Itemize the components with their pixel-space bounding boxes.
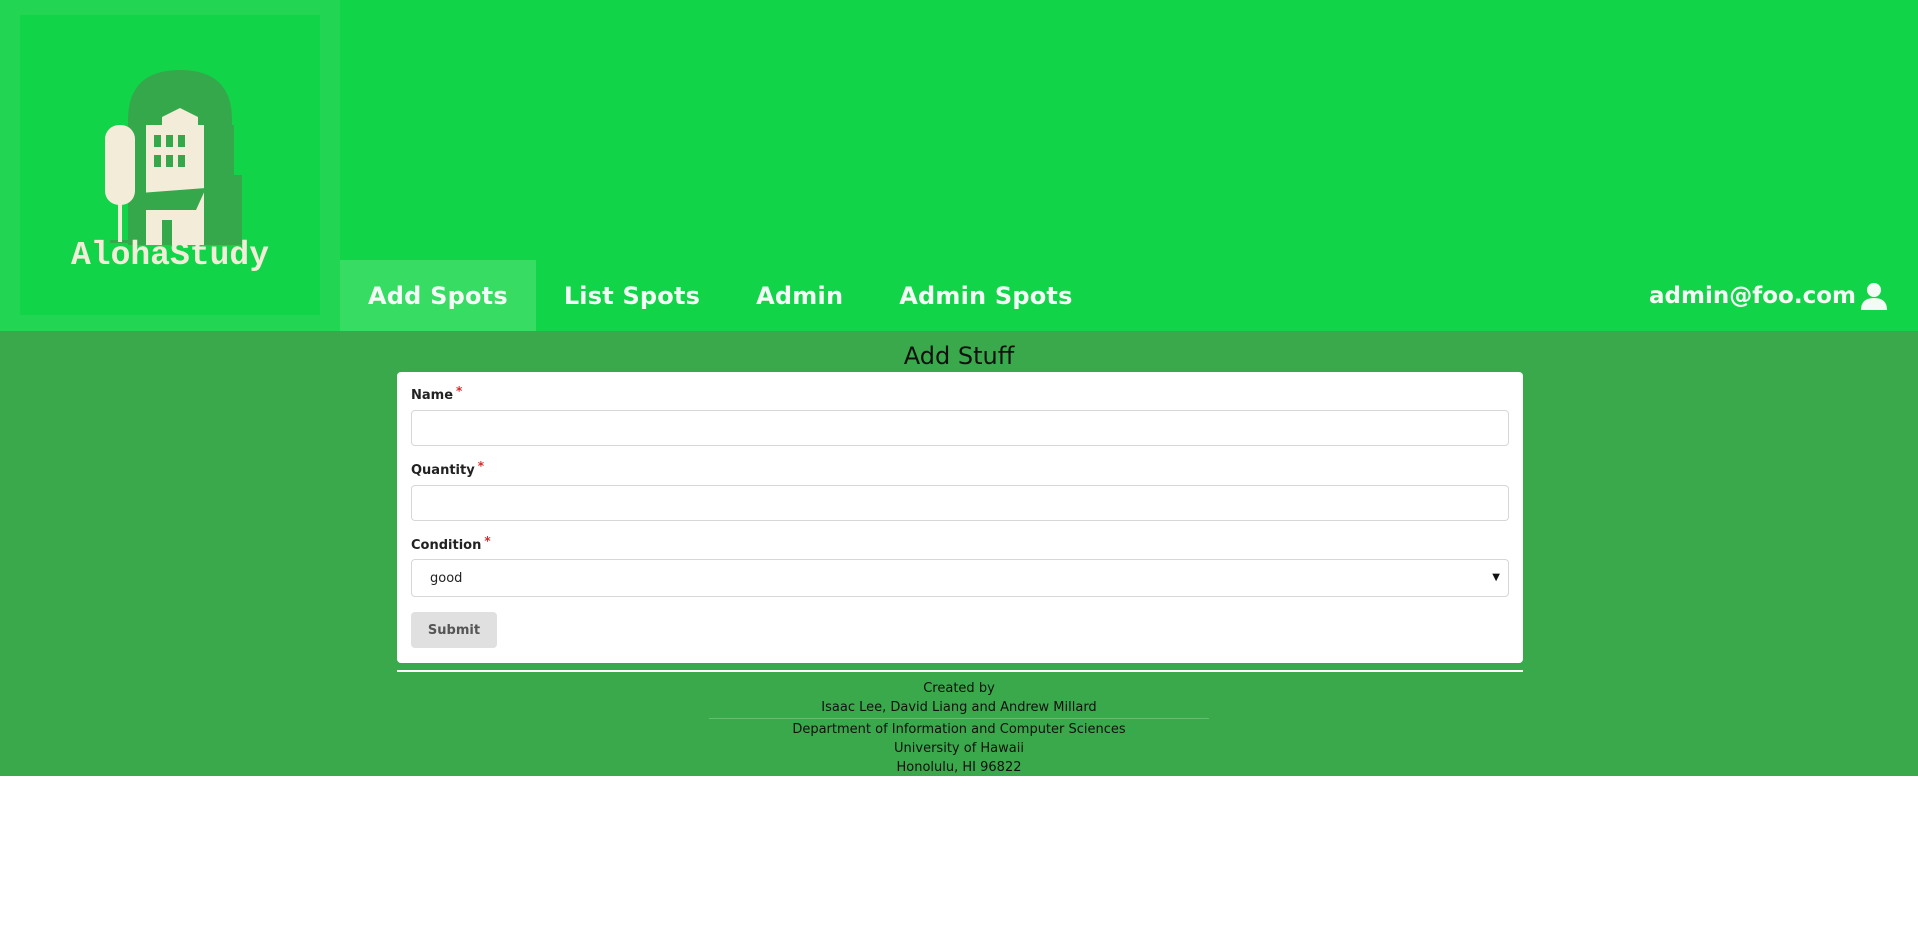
quantity-field-label: Quantity * xyxy=(411,459,484,478)
footer-authors: Isaac Lee, David Liang and Andrew Millar… xyxy=(821,700,1097,715)
footer-created-by: Created by xyxy=(923,681,995,696)
condition-select[interactable]: good ▼ xyxy=(411,559,1509,597)
name-field-label: Name * xyxy=(411,384,462,403)
main-content: Add Stuff Name * Quantity * Condition * goo… xyxy=(0,331,1918,776)
main-nav: Add Spots List Spots Admin Admin Spots xyxy=(340,260,1101,331)
submit-button[interactable]: Submit xyxy=(411,612,497,648)
page-title: Add Stuff xyxy=(903,342,1015,370)
footer: Created by Isaac Lee, David Liang and An… xyxy=(0,679,1918,777)
name-label-text: Name xyxy=(411,388,454,403)
brand-name: AlohaStudy xyxy=(70,237,270,274)
nav-item-add-spots[interactable]: Add Spots xyxy=(340,260,536,331)
page: AlohaStudy Add Spots List Spots Admin Ad… xyxy=(0,0,1918,930)
logo[interactable]: AlohaStudy xyxy=(20,15,320,315)
required-marker: * xyxy=(456,384,463,398)
footer-department: Department of Information and Computer S… xyxy=(792,722,1126,737)
required-marker: * xyxy=(477,459,484,473)
nav-item-admin-spots[interactable]: Admin Spots xyxy=(871,260,1100,331)
required-marker: * xyxy=(484,534,491,548)
user-icon xyxy=(1861,282,1887,310)
footer-address: Honolulu, HI 96822 xyxy=(896,760,1022,775)
building-tree-logo-icon xyxy=(105,70,242,245)
caret-down-icon: ▼ xyxy=(1492,572,1500,583)
name-input[interactable] xyxy=(411,410,1509,446)
condition-selected-value: good xyxy=(430,570,463,586)
quantity-input[interactable] xyxy=(411,485,1509,521)
logo-frame[interactable]: AlohaStudy xyxy=(0,0,340,331)
nav-item-list-spots[interactable]: List Spots xyxy=(536,260,728,331)
footer-inner-divider xyxy=(709,718,1209,719)
footer-university: University of Hawaii xyxy=(894,741,1024,756)
condition-field-label: Condition * xyxy=(411,534,491,553)
user-email: admin@foo.com xyxy=(1649,282,1856,309)
quantity-label-text: Quantity xyxy=(411,463,475,478)
header: AlohaStudy Add Spots List Spots Admin Ad… xyxy=(0,0,1918,331)
user-menu[interactable]: admin@foo.com xyxy=(1649,260,1888,331)
add-stuff-form: Name * Quantity * Condition * good ▼ Submit xyxy=(397,372,1523,663)
condition-label-text: Condition xyxy=(411,538,482,553)
nav-item-admin[interactable]: Admin xyxy=(728,260,871,331)
footer-divider xyxy=(397,670,1523,672)
